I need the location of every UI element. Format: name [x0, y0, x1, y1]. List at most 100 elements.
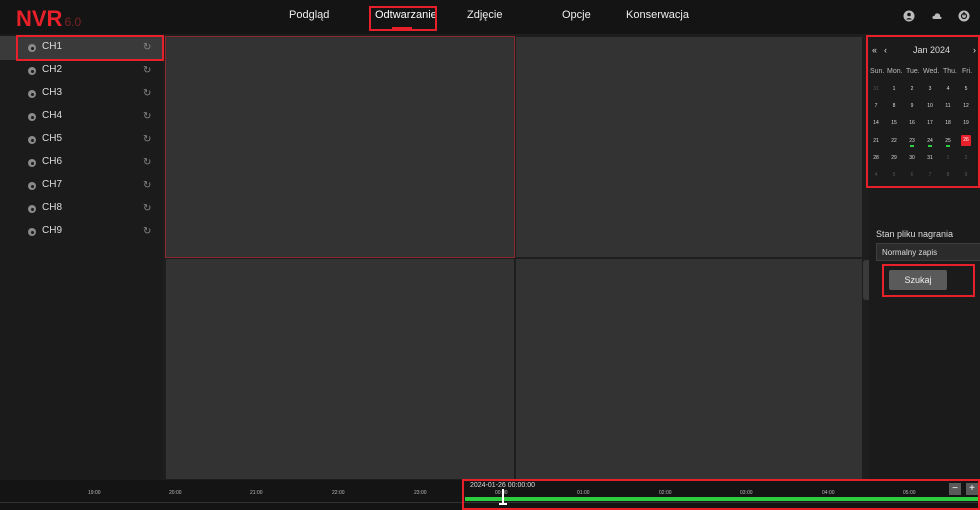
video-pane-1[interactable] [165, 36, 515, 258]
channel-item-ch8[interactable]: CH8 ↻ [0, 197, 163, 221]
tab-odtwarzanie[interactable]: Odtwarzanie [375, 9, 437, 21]
calendar-day[interactable]: 4 [943, 86, 953, 92]
search-button[interactable]: Szukaj [889, 270, 947, 290]
calendar-day[interactable]: 1 [943, 155, 953, 161]
calendar-day[interactable]: 31 [871, 86, 881, 92]
zoom-in-button[interactable]: + [966, 483, 978, 495]
timeline-tick-label: 21:00 [250, 490, 263, 496]
calendar-day[interactable]: 7 [925, 172, 935, 178]
calendar-day[interactable]: 8 [943, 172, 953, 178]
timeline-track [0, 502, 980, 503]
cloud-icon[interactable] [931, 10, 943, 22]
channel-item-ch9[interactable]: CH9 ↻ [0, 220, 163, 244]
record-status-label: Stan pliku nagrania [876, 229, 954, 239]
calendar-day[interactable]: 30 [907, 155, 917, 161]
calendar-day[interactable]: 15 [889, 120, 899, 126]
channel-item-ch3[interactable]: CH3 ↻ [0, 82, 163, 106]
channel-item-ch4[interactable]: CH4 ↻ [0, 105, 163, 129]
user-icon[interactable] [903, 10, 915, 22]
calendar-day[interactable]: 18 [943, 120, 953, 126]
power-icon[interactable] [958, 10, 970, 22]
calendar-day[interactable]: 22 [889, 138, 899, 144]
calendar-day[interactable]: 3 [925, 86, 935, 92]
brand-name: NVR [16, 6, 63, 31]
calendar-day[interactable]: 21 [871, 138, 881, 144]
video-pane-4[interactable] [515, 258, 863, 480]
calendar-day[interactable]: 8 [889, 103, 899, 109]
playback-channel-icon[interactable]: ↻ [143, 88, 151, 99]
recording-segment[interactable] [465, 497, 980, 501]
video-pane-2[interactable] [515, 36, 863, 258]
weekday-header: Wed. [923, 68, 940, 75]
calendar-day[interactable]: 1 [889, 86, 899, 92]
camera-dot-icon [28, 159, 36, 167]
channel-item-ch7[interactable]: CH7 ↻ [0, 174, 163, 198]
calendar-day[interactable]: 28 [871, 155, 881, 161]
calendar-day[interactable]: 2 [907, 86, 917, 92]
calendar-day[interactable]: 9 [961, 172, 971, 178]
tab-podglad[interactable]: Podgląd [289, 9, 329, 21]
tab-konserwacja[interactable]: Konserwacja [626, 9, 689, 21]
calendar-day[interactable]: 17 [925, 120, 935, 126]
channel-label: CH6 [42, 156, 63, 167]
playback-channel-icon[interactable]: ↻ [143, 111, 151, 122]
next-month-button[interactable]: › [973, 45, 976, 55]
channel-item-ch1[interactable]: CH1 ↻ [0, 36, 163, 60]
playback-channel-icon[interactable]: ↻ [143, 134, 151, 145]
calendar-day[interactable]: 19 [961, 120, 971, 126]
weekday-header: Fri. [962, 68, 973, 75]
channel-label: CH2 [42, 64, 63, 75]
timeline-tick-label: 23:00 [414, 490, 427, 496]
calendar-day[interactable]: 4 [871, 172, 881, 178]
calendar-month-label: Jan 2024 [913, 45, 951, 55]
channel-item-ch5[interactable]: CH5 ↻ [0, 128, 163, 152]
brand-logo: NVR 6.0 [16, 6, 81, 32]
calendar-day[interactable]: 5 [961, 86, 971, 92]
calendar-day[interactable]: 29 [889, 155, 899, 161]
record-status-select[interactable]: Normalny zapis [876, 243, 980, 261]
channel-item-ch6[interactable]: CH6 ↻ [0, 151, 163, 175]
calendar-day[interactable]: 31 [925, 155, 935, 161]
channel-item-ch2[interactable]: CH2 ↻ [0, 59, 163, 83]
timeline-tick-label: 02:00 [659, 490, 672, 496]
prev-month-button[interactable]: ‹ [884, 45, 887, 55]
playback-channel-icon[interactable]: ↻ [143, 65, 151, 76]
video-pane-3[interactable] [165, 258, 515, 480]
calendar-day[interactable]: 6 [907, 172, 917, 178]
weekday-header: Thu. [943, 68, 958, 75]
playback-channel-icon[interactable]: ↻ [143, 42, 151, 53]
prev-year-button[interactable]: « [872, 45, 877, 55]
calendar-day[interactable]: 5 [889, 172, 899, 178]
timeline-tick-label: 22:00 [332, 490, 345, 496]
calendar-day[interactable]: 9 [907, 103, 917, 109]
calendar-day[interactable]: 10 [925, 103, 935, 109]
calendar-day[interactable]: 11 [943, 103, 953, 109]
camera-dot-icon [28, 67, 36, 75]
playback-channel-icon[interactable]: ↻ [143, 157, 151, 168]
calendar-day-with-recording[interactable]: 23 [907, 138, 917, 147]
timeline-tick-label: 04:00 [822, 490, 835, 496]
playback-channel-icon[interactable]: ↻ [143, 180, 151, 191]
channel-label: CH3 [42, 87, 63, 98]
calendar-day[interactable]: 12 [961, 103, 971, 109]
timeline-cursor[interactable] [502, 489, 504, 504]
calendar-day[interactable]: 7 [871, 103, 881, 109]
timeline-tick-label: 01:00 [577, 490, 590, 496]
calendar-day-with-recording[interactable]: 24 [925, 138, 935, 147]
zoom-out-button[interactable]: − [949, 483, 961, 495]
calendar-day[interactable]: 14 [871, 120, 881, 126]
playback-channel-icon[interactable]: ↻ [143, 226, 151, 237]
calendar-day[interactable]: 16 [907, 120, 917, 126]
calendar-day[interactable]: 2 [961, 155, 971, 161]
tab-opcje[interactable]: Opcje [562, 9, 591, 21]
camera-dot-icon [28, 182, 36, 190]
weekday-header: Mon. [887, 68, 903, 75]
calendar-day-selected[interactable]: 26 [961, 135, 971, 146]
weekday-header: Sun. [870, 68, 885, 75]
playback-channel-icon[interactable]: ↻ [143, 203, 151, 214]
channel-label: CH1 [42, 41, 63, 52]
tab-zdjecie[interactable]: Zdjęcie [467, 9, 502, 21]
calendar-day-with-recording[interactable]: 25 [943, 138, 953, 147]
timeline-tick-label: 05:00 [903, 490, 916, 496]
timeline-tick-label: 20:00 [169, 490, 182, 496]
